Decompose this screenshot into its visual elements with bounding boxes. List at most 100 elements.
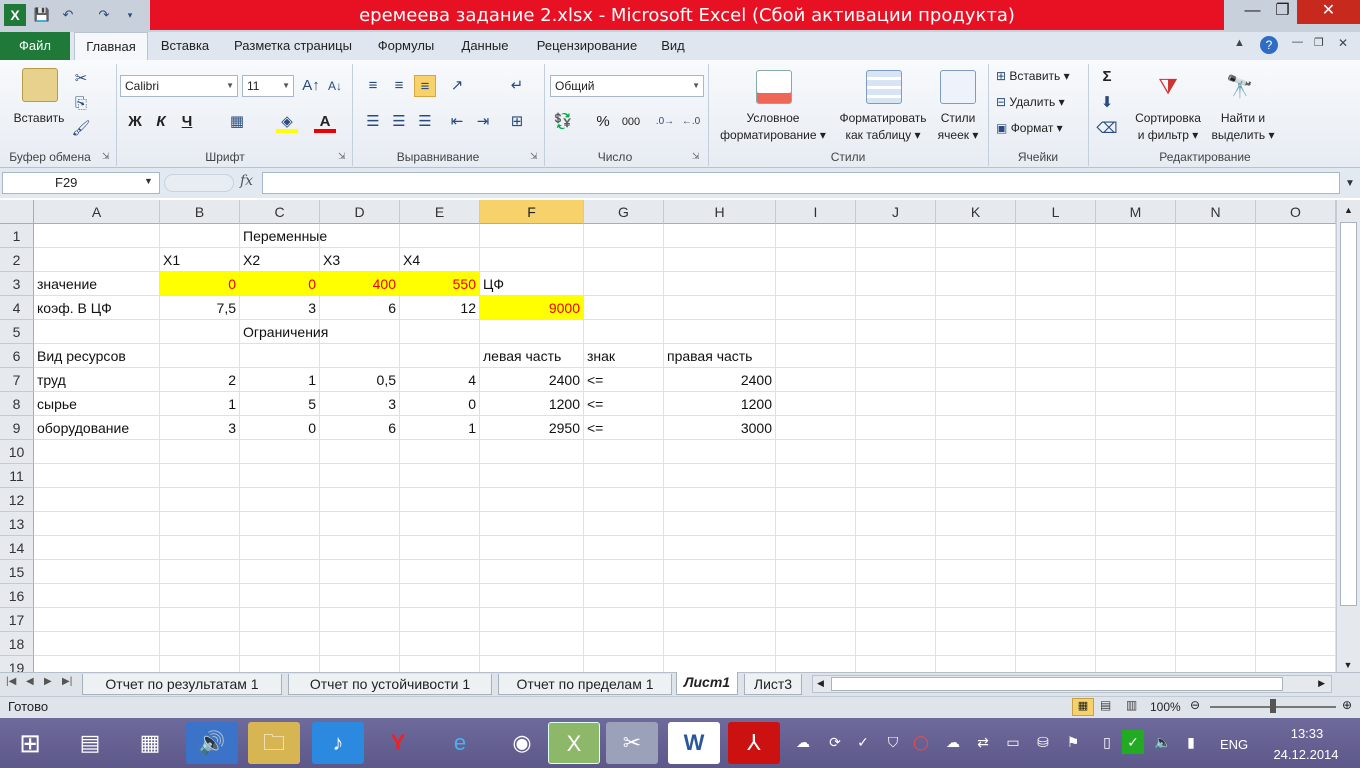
cell-g17[interactable] xyxy=(584,608,664,632)
cell-e17[interactable] xyxy=(400,608,480,632)
cell-m2[interactable] xyxy=(1096,248,1176,272)
cell-l12[interactable] xyxy=(1016,488,1096,512)
cell-e5[interactable] xyxy=(400,320,480,344)
cell-b15[interactable] xyxy=(160,560,240,584)
cell-f14[interactable] xyxy=(480,536,584,560)
cell-n11[interactable] xyxy=(1176,464,1256,488)
cell-d2[interactable]: X3 xyxy=(320,248,400,272)
cell-b16[interactable] xyxy=(160,584,240,608)
cut-icon[interactable]: ✂ xyxy=(70,68,92,90)
cell-f9[interactable]: 2950 xyxy=(480,416,584,440)
clear-icon[interactable]: ⌫ xyxy=(1096,118,1118,140)
column-header-k[interactable]: K xyxy=(936,200,1016,224)
cell-o4[interactable] xyxy=(1256,296,1336,320)
cell-n13[interactable] xyxy=(1176,512,1256,536)
tab-page-layout[interactable]: Разметка страницы xyxy=(226,32,360,60)
taskbar-app-icon[interactable]: ▤ xyxy=(64,722,116,764)
cell-i9[interactable] xyxy=(776,416,856,440)
cell-l6[interactable] xyxy=(1016,344,1096,368)
cell-g9[interactable]: <= xyxy=(584,416,664,440)
cell-f4[interactable]: 9000 xyxy=(480,296,584,320)
page-break-view-icon[interactable]: ▥ xyxy=(1126,698,1137,712)
cell-d4[interactable]: 6 xyxy=(320,296,400,320)
cell-a12[interactable] xyxy=(34,488,160,512)
grow-font-icon[interactable]: A↑ xyxy=(300,75,322,97)
cell-h5[interactable] xyxy=(664,320,776,344)
cell-i19[interactable] xyxy=(776,656,856,672)
cell-h3[interactable] xyxy=(664,272,776,296)
cell-o17[interactable] xyxy=(1256,608,1336,632)
sheet-tab-list1[interactable]: Лист1 xyxy=(676,672,738,695)
cell-e7[interactable]: 4 xyxy=(400,368,480,392)
page-layout-view-icon[interactable]: ▤ xyxy=(1100,698,1111,712)
cell-o19[interactable] xyxy=(1256,656,1336,672)
zoom-level[interactable]: 100% xyxy=(1150,700,1181,714)
cell-c14[interactable] xyxy=(240,536,320,560)
increase-decimal-icon[interactable]: .0→ xyxy=(654,111,676,133)
insert-cells-button[interactable]: ⊞ Вставить ▾ xyxy=(996,66,1084,88)
cell-g12[interactable] xyxy=(584,488,664,512)
tray-check-icon[interactable]: ✓ xyxy=(852,730,874,754)
cell-a16[interactable] xyxy=(34,584,160,608)
cell-n10[interactable] xyxy=(1176,440,1256,464)
cell-a15[interactable] xyxy=(34,560,160,584)
cell-a11[interactable] xyxy=(34,464,160,488)
paste-icon[interactable] xyxy=(22,68,58,102)
cell-h15[interactable] xyxy=(664,560,776,584)
cell-a17[interactable] xyxy=(34,608,160,632)
cell-l4[interactable] xyxy=(1016,296,1096,320)
fill-icon[interactable]: ⬇ xyxy=(1096,92,1118,114)
tray-opera-icon[interactable]: ◯ xyxy=(910,730,932,754)
cell-e4[interactable]: 12 xyxy=(400,296,480,320)
row-header-2[interactable]: 2 xyxy=(0,248,34,272)
cell-d8[interactable]: 3 xyxy=(320,392,400,416)
cell-a18[interactable] xyxy=(34,632,160,656)
cell-g3[interactable] xyxy=(584,272,664,296)
cell-f8[interactable]: 1200 xyxy=(480,392,584,416)
cell-i16[interactable] xyxy=(776,584,856,608)
cell-c10[interactable] xyxy=(240,440,320,464)
cell-h18[interactable] xyxy=(664,632,776,656)
cell-c7[interactable]: 1 xyxy=(240,368,320,392)
cell-a13[interactable] xyxy=(34,512,160,536)
taskbar-chrome-icon[interactable]: ◉ xyxy=(496,722,548,764)
cell-i6[interactable] xyxy=(776,344,856,368)
scroll-down-icon[interactable]: ▼ xyxy=(1337,660,1359,670)
cell-i5[interactable] xyxy=(776,320,856,344)
cell-b13[interactable] xyxy=(160,512,240,536)
cell-n2[interactable] xyxy=(1176,248,1256,272)
cell-c4[interactable]: 3 xyxy=(240,296,320,320)
cell-e3[interactable]: 550 xyxy=(400,272,480,296)
cell-g1[interactable] xyxy=(584,224,664,248)
cell-h7[interactable]: 2400 xyxy=(664,368,776,392)
scroll-up-icon[interactable]: ▲ xyxy=(1337,200,1360,220)
cell-k1[interactable] xyxy=(936,224,1016,248)
cell-e13[interactable] xyxy=(400,512,480,536)
cell-e10[interactable] xyxy=(400,440,480,464)
cell-i12[interactable] xyxy=(776,488,856,512)
cell-h17[interactable] xyxy=(664,608,776,632)
horizontal-scrollbar[interactable]: ◀ ▶ xyxy=(812,675,1332,693)
cell-d15[interactable] xyxy=(320,560,400,584)
normal-view-icon[interactable]: ▦ xyxy=(1072,698,1094,716)
cell-k15[interactable] xyxy=(936,560,1016,584)
italic-button[interactable]: К xyxy=(150,111,172,133)
cell-l1[interactable] xyxy=(1016,224,1096,248)
cell-g8[interactable]: <= xyxy=(584,392,664,416)
cell-m10[interactable] xyxy=(1096,440,1176,464)
cell-f17[interactable] xyxy=(480,608,584,632)
workbook-restore-icon[interactable]: ❐ xyxy=(1314,36,1324,49)
cell-e19[interactable] xyxy=(400,656,480,672)
underline-button[interactable]: Ч xyxy=(176,111,198,133)
column-header-e[interactable]: E xyxy=(400,200,480,224)
cell-e16[interactable] xyxy=(400,584,480,608)
cell-c11[interactable] xyxy=(240,464,320,488)
cell-n19[interactable] xyxy=(1176,656,1256,672)
cell-b1[interactable] xyxy=(160,224,240,248)
font-launcher-icon[interactable]: ⇲ xyxy=(338,151,346,162)
cell-l3[interactable] xyxy=(1016,272,1096,296)
cell-h16[interactable] xyxy=(664,584,776,608)
expand-formula-bar-icon[interactable]: ▼ xyxy=(1342,174,1358,194)
cell-g10[interactable] xyxy=(584,440,664,464)
align-bottom-icon[interactable]: ≡ xyxy=(414,75,436,97)
